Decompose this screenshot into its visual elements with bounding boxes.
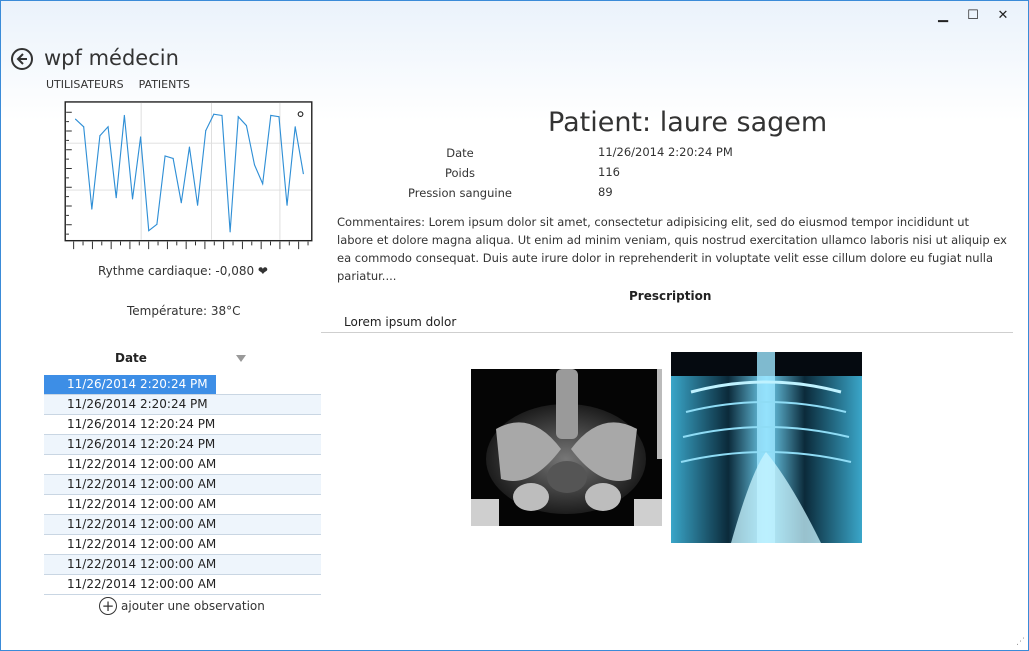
heart-rate-point (123, 114, 125, 116)
row-date: 11/26/2014 12:20:24 PM (67, 417, 216, 431)
row-date: 11/22/2014 12:00:00 AM (67, 457, 217, 471)
row-date: 11/26/2014 12:20:24 PM (67, 437, 216, 451)
weight-value: 116 (598, 165, 620, 179)
row-date: 11/22/2014 12:00:00 AM (67, 557, 217, 571)
table-row[interactable]: 11/22/2014 12:00:00 AM (44, 535, 321, 555)
maximize-icon[interactable]: ☐ (958, 6, 988, 24)
row-date: 11/22/2014 12:00:00 AM (67, 497, 217, 511)
table-row[interactable]: 11/22/2014 12:00:00 AM (44, 495, 321, 515)
heart-rate-point (294, 126, 296, 128)
date-value: 11/26/2014 2:20:24 PM (598, 145, 733, 159)
chest-xray-image[interactable] (671, 352, 862, 543)
heart-rate-point (188, 146, 190, 148)
app-title: wpf médecin (44, 46, 179, 70)
row-date: 11/26/2014 2:20:24 PM (44, 375, 216, 394)
heart-rate-point (91, 208, 93, 210)
weight-label: Poids (444, 166, 476, 180)
heart-rate-point (245, 125, 247, 127)
pelvis-xray-image[interactable] (471, 369, 662, 526)
heart-rate-point (197, 204, 199, 206)
table-row[interactable]: 11/26/2014 2:20:24 PM (44, 375, 321, 395)
heart-rate-point (83, 126, 85, 128)
table-row[interactable]: 11/22/2014 12:00:00 AM (44, 575, 321, 595)
row-date: 11/22/2014 12:00:00 AM (67, 517, 217, 531)
heart-rate-point (172, 157, 174, 160)
observations-list: 11/26/2014 2:20:24 PM 11/26/2014 2:20:24 … (44, 375, 321, 595)
minimize-icon[interactable]: ▁ (928, 6, 958, 24)
heart-rate-point (131, 198, 134, 200)
heart-rate-point (115, 197, 117, 199)
date-column-header[interactable]: Date (44, 349, 321, 373)
heart-rate-point (253, 164, 256, 166)
window-controls: ▁ ☐ ✕ (928, 6, 1018, 24)
heart-rate-point (99, 135, 101, 137)
heart-rate-point (237, 116, 239, 118)
table-row[interactable]: 11/22/2014 12:00:00 AM (44, 475, 321, 495)
heart-rate-point (156, 223, 158, 225)
close-icon[interactable]: ✕ (988, 6, 1018, 24)
heart-rate-label: Rythme cardiaque: -0,080 ❤ (98, 264, 268, 278)
blood-pressure-label: Pression sanguine (408, 186, 512, 200)
heart-rate-point (148, 230, 150, 232)
table-row[interactable]: 11/22/2014 12:00:00 AM (44, 555, 321, 575)
chart-frame (64, 101, 313, 242)
plus-circle-icon: + (99, 597, 117, 615)
heart-rate-point (180, 202, 182, 204)
add-observation-label: ajouter une observation (121, 599, 265, 613)
nav-patients[interactable]: PATIENTS (139, 78, 190, 91)
prescription-divider (321, 332, 1013, 333)
back-arrow-icon[interactable] (11, 48, 33, 70)
add-observation-button[interactable]: + ajouter une observation (99, 597, 265, 615)
sort-down-icon[interactable] (236, 355, 246, 362)
blood-pressure-value: 89 (598, 185, 613, 199)
temperature-label: Température: 38°C (127, 304, 241, 318)
heart-rate-chart (64, 101, 313, 250)
patient-title: Patient: laure sagem (548, 107, 828, 138)
heart-rate-point (278, 116, 280, 118)
nav-users[interactable]: UTILISATEURS (46, 78, 124, 91)
table-row[interactable]: 11/22/2014 12:00:00 AM (44, 455, 321, 475)
table-row[interactable]: 11/26/2014 12:20:24 PM (44, 415, 321, 435)
heart-rate-point (229, 231, 231, 233)
heart-rate-point (205, 130, 207, 132)
heart-rate-point (140, 136, 142, 138)
comments-text: Commentaires: Lorem ipsum dolor sit amet… (337, 215, 1007, 283)
heart-rate-point (221, 114, 223, 116)
heart-rate-point (107, 126, 109, 128)
heart-rate-point (74, 118, 77, 120)
row-date: 11/22/2014 12:00:00 AM (67, 537, 217, 551)
main-nav: UTILISATEURS PATIENTS (46, 78, 190, 91)
heart-rate-point (213, 113, 215, 115)
prescription-title: Prescription (629, 289, 712, 303)
heart-rate-point (286, 204, 288, 206)
table-row[interactable]: 11/22/2014 12:00:00 AM (44, 515, 321, 535)
date-header-label: Date (115, 351, 147, 365)
table-row[interactable]: 11/26/2014 12:20:24 PM (44, 435, 321, 455)
heart-rate-point (262, 183, 264, 185)
prescription-item[interactable]: Lorem ipsum dolor (344, 315, 456, 329)
app-window: ▁ ☐ ✕ wpf médecin UTILISATEURS PATIENTS … (0, 0, 1029, 651)
table-row[interactable]: 11/26/2014 2:20:24 PM (44, 395, 321, 415)
date-label: Date (446, 146, 474, 160)
heart-rate-point (302, 173, 304, 175)
row-date: 11/22/2014 12:00:00 AM (67, 577, 217, 591)
heart-rate-point (270, 114, 272, 116)
row-date: 11/26/2014 2:20:24 PM (67, 397, 208, 411)
row-date: 11/22/2014 12:00:00 AM (67, 477, 217, 491)
heart-rate-point (164, 155, 166, 157)
resize-grip-icon[interactable]: ⋰ (1016, 637, 1025, 647)
